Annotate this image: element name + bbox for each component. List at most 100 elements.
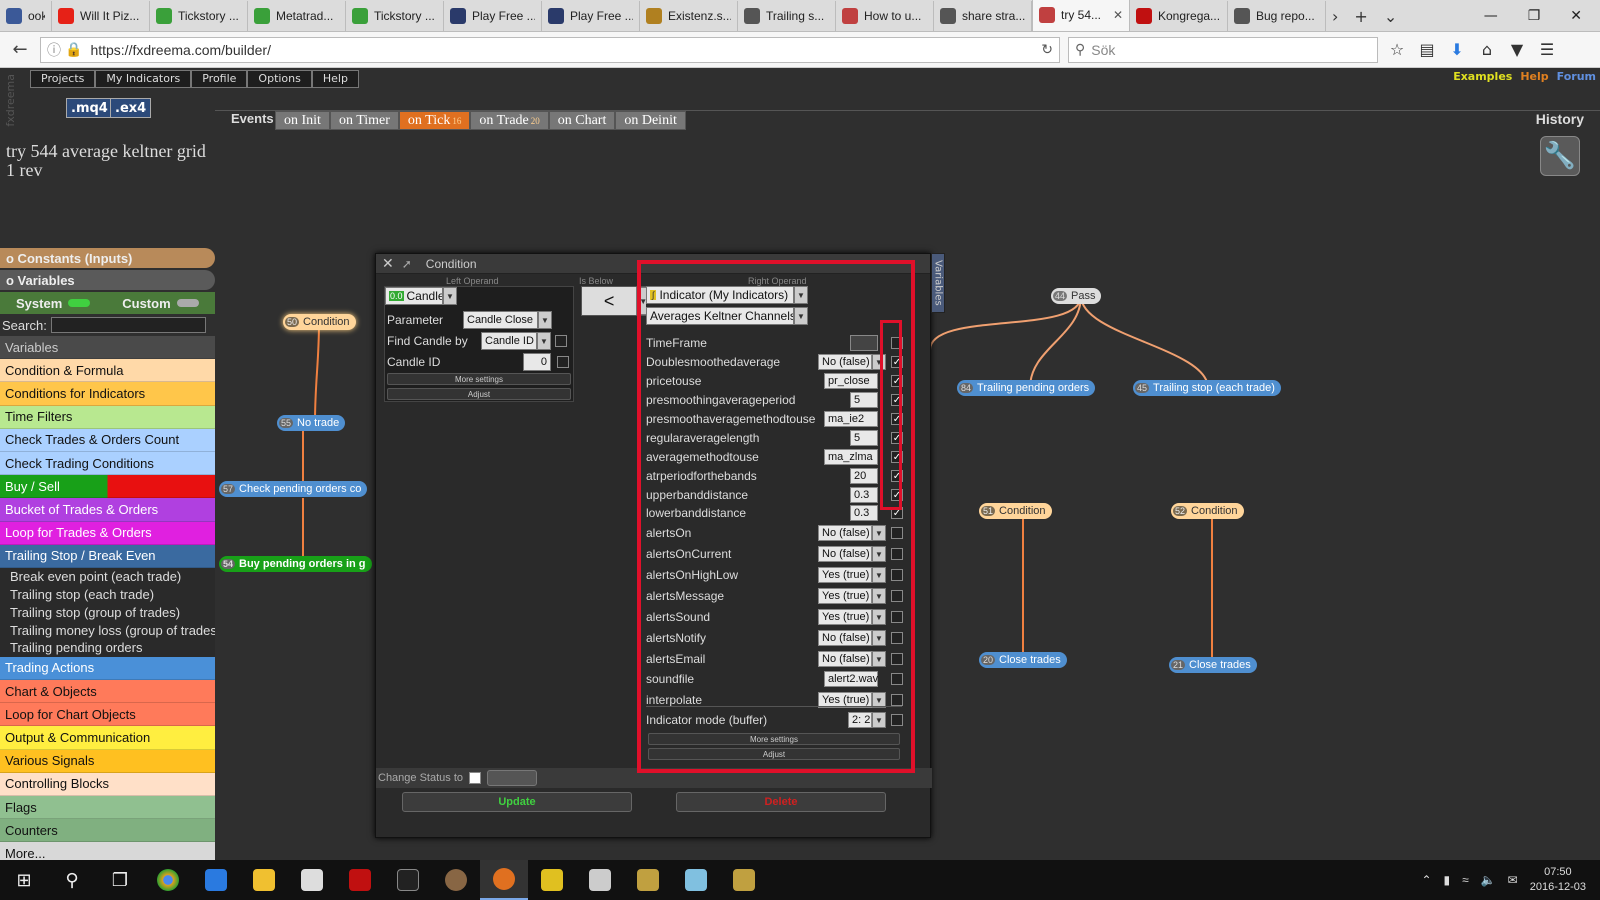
system-toggle[interactable] bbox=[68, 299, 91, 307]
event-tab[interactable]: on Chart bbox=[548, 111, 616, 130]
chevron-down-icon[interactable]: ▼ bbox=[872, 525, 886, 541]
store-icon[interactable] bbox=[288, 860, 336, 900]
param-value[interactable]: 0.3 bbox=[850, 505, 878, 521]
canvas-block[interactable]: 57 Check pending orders co bbox=[219, 481, 368, 497]
browser-tab[interactable]: Bug repo... bbox=[1228, 1, 1326, 31]
browser-tab[interactable]: Trailing s... bbox=[738, 1, 836, 31]
task-view-icon[interactable]: ❐ bbox=[96, 860, 144, 900]
param-value[interactable]: No (false) bbox=[818, 651, 872, 667]
right-adjust-button[interactable]: Adjust bbox=[648, 748, 900, 760]
chevron-down-icon[interactable]: ▼ bbox=[537, 332, 551, 350]
event-tab[interactable]: on Init bbox=[275, 111, 330, 130]
app-icon[interactable] bbox=[432, 860, 480, 900]
param-checkbox[interactable]: ✓ bbox=[891, 432, 903, 444]
canvas-block[interactable]: 45 Trailing stop (each trade) bbox=[1133, 380, 1281, 396]
param-value[interactable]: 5 bbox=[850, 430, 878, 446]
sidebar-category[interactable]: Flags bbox=[0, 795, 215, 820]
canvas-block[interactable]: 52 Condition bbox=[1171, 503, 1244, 519]
windows-start-icon[interactable]: ⊞ bbox=[0, 860, 48, 900]
maximize-icon[interactable]: ❐ bbox=[1528, 8, 1541, 24]
event-tab[interactable]: on Deinit bbox=[615, 111, 686, 130]
chevron-down-icon[interactable]: ▼ bbox=[538, 311, 552, 329]
canvas-block[interactable]: 21 Close trades bbox=[1169, 657, 1257, 673]
param-value[interactable]: No (false) bbox=[818, 546, 872, 562]
sidebar-sub-item[interactable]: Trailing money loss (group of trades) bbox=[0, 621, 215, 640]
param-value[interactable]: alert2.wav bbox=[824, 671, 878, 687]
ex4-button[interactable]: .ex4 bbox=[110, 98, 152, 118]
close-window-icon[interactable]: ✕ bbox=[1570, 8, 1582, 24]
reload-icon[interactable]: ↻ bbox=[1041, 41, 1053, 58]
indicator-mode-checkbox[interactable] bbox=[891, 714, 903, 726]
notification-icon[interactable]: ✉ bbox=[1508, 873, 1518, 887]
sidebar-category[interactable]: Various Signals bbox=[0, 749, 215, 773]
param-value[interactable]: ma_ie2 bbox=[824, 411, 878, 427]
browser-tab[interactable]: try 54... ✕ bbox=[1032, 0, 1130, 31]
left-more-settings-button[interactable]: More settings bbox=[387, 373, 571, 385]
sidebar-category[interactable]: Loop for Trades & Orders bbox=[0, 521, 215, 545]
sidebar-category[interactable]: Variables bbox=[0, 336, 215, 360]
constants-toggle[interactable]: o Constants (Inputs) bbox=[0, 248, 215, 268]
browser-tab[interactable]: Will It Piz... bbox=[52, 1, 150, 31]
download-icon[interactable]: ⬇ bbox=[1446, 40, 1468, 59]
param-value[interactable]: 0.3 bbox=[850, 487, 878, 503]
sidebar-category[interactable]: Check Trades & Orders Count bbox=[0, 428, 215, 452]
candle-id-checkbox[interactable] bbox=[557, 356, 569, 368]
chevron-down-icon[interactable]: ▼ bbox=[872, 354, 886, 370]
battery-icon[interactable]: ▮ bbox=[1444, 873, 1451, 887]
right-more-settings-button[interactable]: More settings bbox=[648, 733, 900, 745]
search-icon[interactable]: ⚲ bbox=[48, 860, 96, 900]
chevron-down-icon[interactable]: ▼ bbox=[872, 712, 886, 728]
event-tab[interactable]: on Trade 20 bbox=[470, 111, 549, 130]
sidebar-sub-item[interactable]: Trailing stop (group of trades) bbox=[0, 603, 215, 622]
param-checkbox[interactable]: ✓ bbox=[891, 375, 903, 387]
sidebar-category[interactable]: Bucket of Trades & Orders bbox=[0, 498, 215, 522]
scroll-tabs-icon[interactable]: › bbox=[1332, 7, 1338, 26]
history-button[interactable]: History bbox=[1536, 111, 1584, 127]
sidebar-sub-item[interactable]: Trailing pending orders bbox=[0, 639, 215, 657]
chevron-down-icon[interactable]: ▼ bbox=[794, 307, 808, 325]
param-checkbox[interactable] bbox=[891, 632, 903, 644]
find-candle-checkbox[interactable] bbox=[555, 335, 567, 347]
param-checkbox[interactable]: ✓ bbox=[891, 413, 903, 425]
browser-tab[interactable]: Kongrega... bbox=[1130, 1, 1228, 31]
candle-id-input[interactable]: 0 bbox=[523, 353, 551, 371]
new-tab-icon[interactable]: + bbox=[1354, 7, 1367, 26]
edge-icon[interactable] bbox=[192, 860, 240, 900]
browser-tab[interactable]: Metatrad... bbox=[248, 1, 346, 31]
sidebar-category[interactable]: Loop for Chart Objects bbox=[0, 703, 215, 727]
indicator-select[interactable]: Averages Keltner Channels 2 bbox=[646, 307, 794, 325]
chevron-down-icon[interactable]: ▼ bbox=[872, 588, 886, 604]
param-value[interactable]: Yes (true) bbox=[818, 609, 872, 625]
param-value[interactable]: Yes (true) bbox=[818, 588, 872, 604]
browser-tab[interactable]: Play Free ... bbox=[444, 1, 542, 31]
chevron-down-icon[interactable]: ▼ bbox=[872, 609, 886, 625]
param-value[interactable]: 20 bbox=[850, 468, 878, 484]
file-explorer-icon[interactable] bbox=[240, 860, 288, 900]
param-checkbox[interactable] bbox=[891, 694, 903, 706]
trader-app-icon[interactable] bbox=[624, 860, 672, 900]
browser-tab[interactable]: Existenz.s... bbox=[640, 1, 738, 31]
left-adjust-button[interactable]: Adjust bbox=[387, 388, 571, 400]
event-tab[interactable]: on Timer bbox=[329, 111, 399, 130]
tab-list-icon[interactable]: ⌄ bbox=[1384, 7, 1397, 26]
home-icon[interactable]: ⌂ bbox=[1476, 40, 1498, 59]
browser-tab[interactable]: share stra... bbox=[934, 1, 1032, 31]
chevron-down-icon[interactable]: ▼ bbox=[872, 651, 886, 667]
operator-select[interactable]: < ▼ bbox=[581, 286, 651, 316]
canvas-block[interactable]: 20 Close trades bbox=[979, 652, 1067, 668]
mq4-button[interactable]: .mq4 bbox=[66, 98, 113, 118]
sidebar-category[interactable]: Conditions for Indicators bbox=[0, 382, 215, 406]
minimize-icon[interactable]: — bbox=[1484, 8, 1498, 24]
url-bar[interactable]: ⓘ 🔒 https://fxdreema.com/builder/ ↻ bbox=[40, 36, 1060, 63]
hamburger-menu-icon[interactable]: ☰ bbox=[1536, 40, 1558, 59]
param-checkbox[interactable] bbox=[891, 673, 903, 685]
param-checkbox[interactable]: ✓ bbox=[891, 489, 903, 501]
param-checkbox[interactable] bbox=[891, 548, 903, 560]
find-candle-select[interactable]: Candle ID bbox=[481, 332, 537, 350]
close-icon[interactable]: ✕ bbox=[382, 255, 394, 272]
indicator-mode-select[interactable]: 2: 2 bbox=[848, 712, 872, 728]
param-value[interactable]: pr_close bbox=[824, 373, 878, 389]
param-value[interactable]: No (false) bbox=[818, 354, 872, 370]
wifi-icon[interactable]: ≈ bbox=[1462, 873, 1469, 887]
param-value[interactable]: 5 bbox=[850, 392, 878, 408]
